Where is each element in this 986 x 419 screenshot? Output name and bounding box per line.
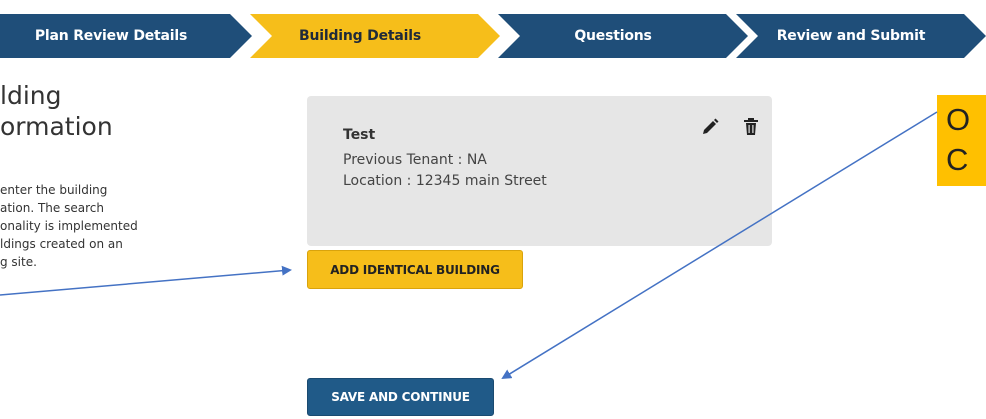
- step-building-details[interactable]: Building Details: [250, 14, 500, 58]
- callout-line: C: [946, 142, 969, 177]
- step-plan-review-details[interactable]: Plan Review Details: [0, 14, 252, 58]
- step-label: Building Details: [299, 28, 421, 44]
- progress-stepper: Plan Review Details Building Details Que…: [0, 14, 986, 58]
- description-line: ldings created on an: [0, 237, 123, 251]
- description-line: g site.: [0, 255, 37, 269]
- description-line: enter the building: [0, 183, 108, 197]
- description-line: onality is implemented: [0, 219, 138, 233]
- step-label: Plan Review Details: [34, 28, 188, 44]
- trash-icon[interactable]: [740, 116, 762, 138]
- step-review-and-submit[interactable]: Review and Submit: [736, 14, 986, 58]
- section-description: enter the building ation. The search ona…: [0, 181, 186, 271]
- step-questions[interactable]: Questions: [498, 14, 748, 58]
- callout-line: O: [946, 102, 971, 137]
- step-label: Questions: [574, 28, 652, 44]
- description-line: ation. The search: [0, 201, 104, 215]
- add-identical-building-button[interactable]: ADD IDENTICAL BUILDING: [307, 250, 523, 289]
- building-card: Test Previous Tenant : NA Location : 123…: [307, 96, 772, 246]
- pencil-icon[interactable]: [699, 116, 721, 138]
- section-title-line: ormation: [0, 112, 113, 141]
- annotation-callout: O C: [937, 95, 986, 186]
- previous-tenant: Previous Tenant : NA: [343, 152, 487, 168]
- save-and-continue-button[interactable]: SAVE AND CONTINUE: [307, 378, 494, 416]
- building-location: Location : 12345 main Street: [343, 173, 547, 189]
- arrow-to-add-button: [0, 265, 292, 296]
- building-name: Test: [343, 127, 376, 143]
- step-label: Review and Submit: [776, 28, 926, 44]
- section-title-line: lding: [0, 81, 62, 110]
- section-title: lding ormation: [0, 80, 113, 142]
